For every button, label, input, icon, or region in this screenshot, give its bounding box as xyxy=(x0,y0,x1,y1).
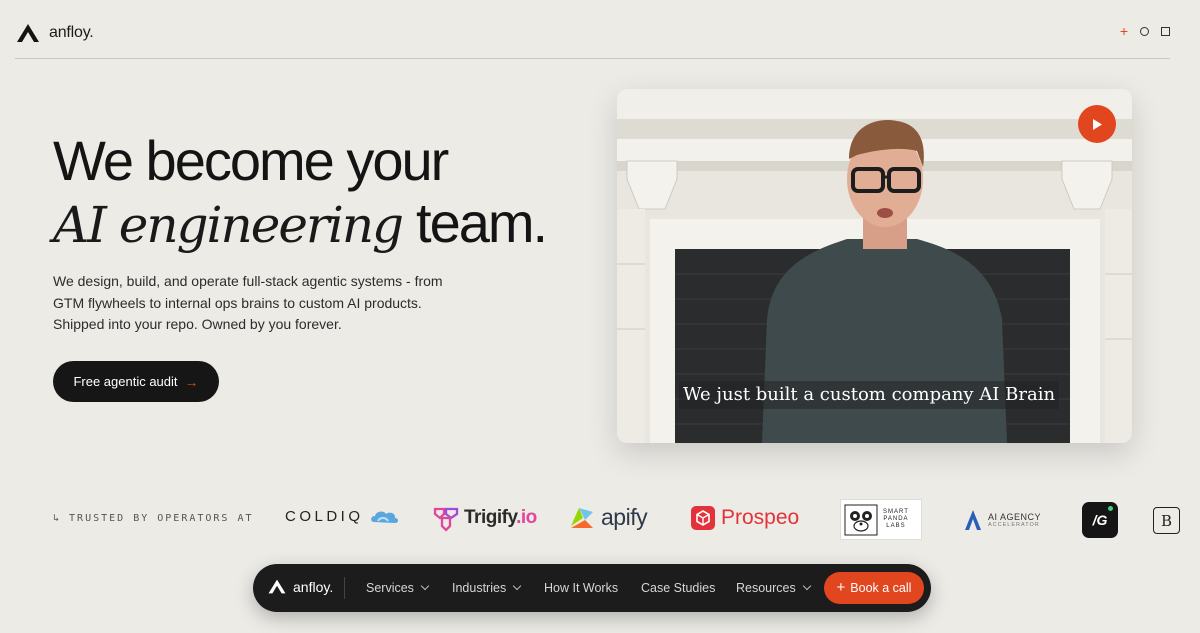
divider xyxy=(344,577,345,599)
brand-logo[interactable]: anfloy. xyxy=(15,22,94,44)
hero-headline: We become your AI engineering team. xyxy=(53,129,548,256)
bottom-nav: anfloy. Services Industries How It Works… xyxy=(253,564,931,612)
nav-item-services[interactable]: Services xyxy=(366,581,430,595)
spl-line-labs: LABS xyxy=(886,523,906,529)
hero-description: We design, build, and operate full-stack… xyxy=(53,273,443,332)
smart-panda-labs-logo[interactable]: SMART PANDA LABS xyxy=(840,499,922,540)
book-a-call-label: Book a call xyxy=(850,581,912,595)
nav-item-label: How It Works xyxy=(544,581,619,595)
ai-agency-title: AI AGENCY xyxy=(988,512,1042,522)
chevron-down-icon xyxy=(802,581,811,591)
nav-item-case-studies[interactable]: Case Studies xyxy=(641,581,715,595)
prospeo-logo[interactable]: Prospeo xyxy=(691,506,799,530)
spl-line-smart: SMART xyxy=(883,509,909,515)
hero-headline-line1: We become your xyxy=(53,129,449,192)
nav-item-industries[interactable]: Industries xyxy=(452,581,522,595)
free-audit-button[interactable]: Free agentic audit → xyxy=(53,361,219,402)
site-header: anfloy. + xyxy=(15,0,1170,59)
ai-agency-accelerator-logo[interactable]: AI AGENCY ACCELERATOR xyxy=(963,509,1041,531)
video-caption: We just built a custom company AI Brain xyxy=(679,381,1060,409)
anfloy-logo-icon xyxy=(268,579,286,594)
anfloy-logo-icon xyxy=(17,24,39,42)
trigify-mark-icon xyxy=(433,507,459,532)
header-icon-group: + xyxy=(1120,24,1170,38)
ai-agency-subtitle: ACCELERATOR xyxy=(988,522,1040,528)
nav-item-label: Resources xyxy=(736,581,796,595)
play-icon xyxy=(1093,118,1102,130)
ig-logo[interactable]: /G xyxy=(1082,502,1118,538)
nav-item-label: Services xyxy=(366,581,414,595)
b-logo[interactable]: B xyxy=(1153,507,1180,534)
hero-headline-italic: AI engineering xyxy=(53,196,404,254)
bottom-nav-brand[interactable]: anfloy. xyxy=(267,578,333,595)
cloud-icon xyxy=(370,511,398,523)
bottom-nav-brand-name: anfloy. xyxy=(293,578,334,595)
nav-item-resources[interactable]: Resources xyxy=(736,581,811,595)
nav-item-how-it-works[interactable]: How It Works xyxy=(544,581,618,595)
ai-agency-wordmark: AI AGENCY ACCELERATOR xyxy=(988,512,1041,528)
chevron-down-icon xyxy=(512,581,522,591)
prospeo-wordmark: Prospeo xyxy=(721,506,800,529)
apify-wordmark: apify xyxy=(601,504,648,530)
free-audit-label: Free agentic audit xyxy=(73,374,178,389)
circle-icon[interactable] xyxy=(1140,26,1149,36)
hero-headline-team: team. xyxy=(416,191,548,254)
panda-icon xyxy=(844,504,878,535)
coldiq-logo[interactable]: COLDIQ xyxy=(285,508,400,525)
trusted-label: ↳ TRUSTED BY OPERATORS AT xyxy=(53,513,254,524)
ai-agency-mark-icon xyxy=(965,510,981,530)
plus-icon: + xyxy=(836,579,846,596)
spl-line-panda: PANDA xyxy=(883,516,909,522)
b-wordmark: B xyxy=(1160,511,1173,530)
apify-logo[interactable]: apify xyxy=(569,504,648,531)
brand-name: anfloy. xyxy=(49,24,94,41)
chevron-down-icon xyxy=(420,581,430,591)
square-icon[interactable] xyxy=(1161,26,1170,36)
arrow-right-icon: → xyxy=(184,373,199,390)
smart-panda-labs-wordmark: SMART PANDA LABS xyxy=(883,509,909,530)
trigify-suffix: .io xyxy=(516,507,537,528)
plus-icon[interactable]: + xyxy=(1120,24,1128,38)
hero-video[interactable]: We just built a custom company AI Brain xyxy=(617,89,1132,443)
book-a-call-button[interactable]: + Book a call xyxy=(824,572,924,604)
play-button[interactable] xyxy=(1078,105,1116,143)
ig-wordmark: /G xyxy=(1092,512,1108,528)
nav-item-label: Case Studies xyxy=(641,581,716,595)
nav-item-label: Industries xyxy=(452,581,507,595)
trigify-name: Trigify xyxy=(464,507,517,528)
hero-headline-line2: AI engineering team. xyxy=(53,191,548,256)
apify-mark-icon xyxy=(571,507,593,528)
status-dot-icon xyxy=(1108,506,1113,511)
coldiq-wordmark: COLDIQ xyxy=(285,508,364,525)
trigify-logo[interactable]: Trigify.io xyxy=(432,504,537,532)
trigify-wordmark: Trigify.io xyxy=(464,507,537,529)
prospeo-mark-icon xyxy=(691,506,715,530)
